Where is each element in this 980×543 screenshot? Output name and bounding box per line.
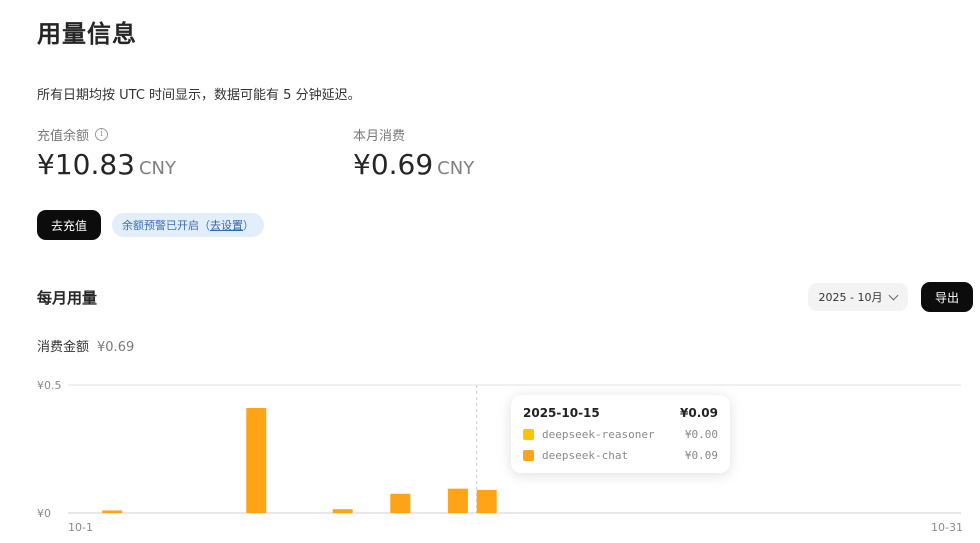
chevron-down-icon [889,290,899,301]
balance-amount: ¥10.83 [37,148,135,181]
usage-chart[interactable]: ¥0 ¥0.5 10-1 10-31 [0,370,980,543]
x-tick-label: 10-1 [68,521,93,534]
bar-deepseek-chat-day-15 [476,489,497,513]
x-tick-label: 10-31 [931,521,963,534]
bar-deepseek-chat-day-10 [332,509,353,513]
tooltip-date: 2025-10-15 [523,406,600,420]
page-title: 用量信息 [37,20,137,48]
spend-total-label: 消费金额 [37,340,90,355]
balance-label: 充值余额 [37,129,90,144]
y-tick-label: ¥0.5 [37,379,62,392]
swatch-reasoner [523,429,534,440]
bar-deepseek-chat-day-14 [447,488,468,513]
balance-alert-badge: 余额预警已开启（ 去设置） [112,213,264,237]
bar-deepseek-chat-day-7 [246,408,267,513]
recharge-button[interactable]: 去充值 [37,210,101,240]
export-button[interactable]: 导出 [921,282,973,312]
monthly-usage-title: 每月用量 [37,289,98,307]
monthly-spend-label: 本月消费 [353,129,406,144]
tooltip-row-chat: deepseek-chat ¥0.09 [523,449,718,462]
balance-card: 充值余额 i ¥10.83 CNY [37,125,176,181]
month-select[interactable]: 2025 - 10月 [808,283,908,311]
monthly-spend-card: 本月消费 ¥0.69 CNY [353,125,474,181]
bar-deepseek-chat-day-12 [390,493,411,513]
monthly-spend-amount: ¥0.69 [353,148,434,181]
info-icon[interactable]: i [95,128,109,141]
monthly-spend-currency: CNY [437,158,475,179]
tooltip-row-reasoner: deepseek-reasoner ¥0.00 [523,428,718,441]
month-select-value: 2025 - 10月 [818,291,883,304]
swatch-chat [523,450,534,461]
y-tick-label: ¥0 [37,507,51,520]
spend-total-value: ¥0.69 [97,340,135,355]
balance-currency: CNY [138,158,177,179]
tooltip-total: ¥0.09 [680,406,718,420]
alert-settings-link[interactable]: 去设置 [210,217,243,233]
bar-deepseek-chat-day-2 [102,510,123,513]
chart-tooltip: 2025-10-15 ¥0.09 deepseek-reasoner ¥0.00… [511,395,730,473]
timezone-note: 所有日期均按 UTC 时间显示，数据可能有 5 分钟延迟。 [37,88,361,103]
spend-total: 消费金额 ¥0.69 [37,336,134,355]
